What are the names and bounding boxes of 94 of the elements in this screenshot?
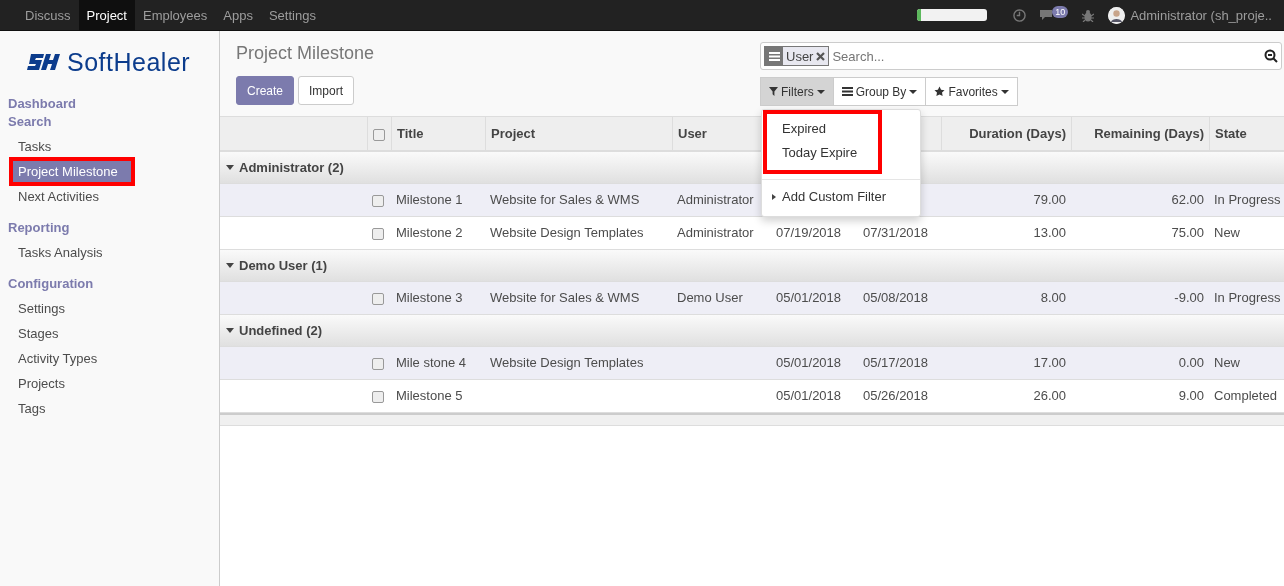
table-cell: 05/08/2018 xyxy=(863,290,929,305)
table-cell: Milestone 5 xyxy=(396,388,463,403)
logo-text: SoftHealer xyxy=(67,47,191,77)
sidebar-section-title[interactable]: Search xyxy=(0,113,219,131)
column-header[interactable]: Project xyxy=(491,126,536,141)
table-cell: 05/17/2018 xyxy=(863,355,929,370)
sidebar-item[interactable]: Projects xyxy=(0,371,219,396)
sidebar-item[interactable]: Settings xyxy=(0,296,219,321)
table-cell: 07/31/2018 xyxy=(863,225,929,240)
table-cell: Website Design Templates xyxy=(490,355,644,370)
app-menu-item[interactable]: Settings xyxy=(260,0,324,31)
table-cell: 9.00 xyxy=(1178,388,1204,403)
table-cell: Milestone 2 xyxy=(396,225,463,240)
user-menu[interactable]: Administrator (sh_proje.. xyxy=(1130,7,1272,23)
list-icon xyxy=(768,51,780,61)
table-cell: 62.00 xyxy=(1171,192,1204,207)
add-custom-filter-link[interactable]: Add Custom Filter xyxy=(782,185,887,209)
table-cell: 75.00 xyxy=(1171,225,1204,240)
table-cell: -9.00 xyxy=(1174,290,1204,305)
table-cell: Completed xyxy=(1214,388,1277,403)
table-row[interactable]: Milestone 3 Website for Sales & WMS Demo User 05/01/2018 05/08/2018 8.00 -9.00 In Progress xyxy=(220,282,1284,315)
search-field[interactable]: User Search... xyxy=(760,42,1282,70)
sidebar-item[interactable]: Activity Types xyxy=(0,346,219,371)
checkbox[interactable] xyxy=(373,128,385,141)
search-option-button[interactable]: Favorites xyxy=(925,77,1018,106)
table-cell: Website for Sales & WMS xyxy=(490,290,640,305)
sidebar-section-title[interactable]: Reporting xyxy=(0,219,219,237)
checkbox[interactable] xyxy=(372,390,384,403)
sidebar-item[interactable]: Project Milestone xyxy=(11,159,133,184)
table-cell: Website Design Templates xyxy=(490,225,644,240)
checkbox[interactable] xyxy=(372,292,384,305)
filter-icon xyxy=(769,87,778,96)
clock-icon[interactable] xyxy=(1013,8,1027,22)
search-facet[interactable]: User xyxy=(764,46,830,66)
column-header[interactable]: Remaining (Days) xyxy=(1094,126,1204,141)
app-menu-item[interactable]: Project xyxy=(78,0,135,31)
sidebar-item[interactable]: Tasks Analysis xyxy=(0,240,219,265)
chat-icon[interactable] xyxy=(1040,9,1053,21)
table-cell: 79.00 xyxy=(1033,192,1066,207)
column-header[interactable]: Duration (Days) xyxy=(969,126,1066,141)
create-button[interactable]: Create xyxy=(236,76,295,105)
import-button[interactable]: Import xyxy=(298,76,355,105)
table-cell: 07/19/2018 xyxy=(776,225,842,240)
column-header[interactable]: Title xyxy=(397,126,424,141)
table-cell: 05/01/2018 xyxy=(776,388,842,403)
sidebar-item[interactable]: Tags xyxy=(0,396,219,421)
table-row[interactable]: Mile stone 4 Website Design Templates 05/01/2018 05/17/2018 17.00 0.00 New xyxy=(220,347,1284,380)
bug-icon[interactable] xyxy=(1082,8,1095,22)
table-cell: 8.00 xyxy=(1040,290,1066,305)
list-icon xyxy=(841,87,853,96)
checkbox[interactable] xyxy=(372,194,384,207)
breadcrumb-title: Project Milestone xyxy=(236,43,375,63)
table-cell: 17.00 xyxy=(1033,355,1066,370)
app-menu-item[interactable]: Apps xyxy=(215,0,261,31)
table-cell: Mile stone 4 xyxy=(396,355,467,370)
search-option-button[interactable]: Filters xyxy=(760,77,834,106)
table-cell: 05/01/2018 xyxy=(776,290,842,305)
table-cell: Milestone 1 xyxy=(396,192,463,207)
notification-badge: 10 xyxy=(1052,6,1069,18)
table-cell: In Progress xyxy=(1214,192,1281,207)
table-cell: 0.00 xyxy=(1178,355,1204,370)
checkbox[interactable] xyxy=(372,357,384,370)
table-cell: New xyxy=(1214,225,1240,240)
star-icon xyxy=(934,86,946,97)
filter-option[interactable]: Expired xyxy=(766,117,879,141)
app-menu-item[interactable]: Employees xyxy=(135,0,216,31)
caret-icon xyxy=(772,194,776,200)
table-cell: New xyxy=(1214,355,1240,370)
table-cell: Website for Sales & WMS xyxy=(490,192,640,207)
search-option-button[interactable]: Group By xyxy=(832,77,927,106)
table-cell: In Progress xyxy=(1214,290,1281,305)
column-header[interactable]: User xyxy=(678,126,707,141)
group-header[interactable]: Demo User (1) xyxy=(220,250,1284,282)
column-header[interactable]: State xyxy=(1215,126,1247,141)
checkbox[interactable] xyxy=(372,227,384,240)
table-cell: Administrator xyxy=(677,225,754,240)
table-cell: Demo User xyxy=(677,290,743,305)
table-cell: 26.00 xyxy=(1033,388,1066,403)
table-cell: 05/26/2018 xyxy=(863,388,929,403)
close-icon[interactable] xyxy=(816,51,826,61)
sidebar-item[interactable]: Tasks xyxy=(0,134,219,159)
sidebar-item[interactable]: Next Activities xyxy=(0,184,219,209)
app-menu-item[interactable]: Discuss xyxy=(17,0,79,31)
sidebar-item[interactable]: Stages xyxy=(0,321,219,346)
table-cell: Administrator xyxy=(677,192,754,207)
sidebar-section-title[interactable]: Configuration xyxy=(0,275,219,293)
table-cell: 13.00 xyxy=(1033,225,1066,240)
avatar-icon[interactable] xyxy=(1108,6,1126,24)
table-cell: 05/01/2018 xyxy=(776,355,842,370)
logo-icon xyxy=(27,52,61,72)
group-header[interactable]: Undefined (2) xyxy=(220,315,1284,347)
sidebar-section-title[interactable]: Dashboard xyxy=(0,95,219,113)
search-icon[interactable] xyxy=(1264,49,1278,63)
table-cell: Milestone 3 xyxy=(396,290,463,305)
